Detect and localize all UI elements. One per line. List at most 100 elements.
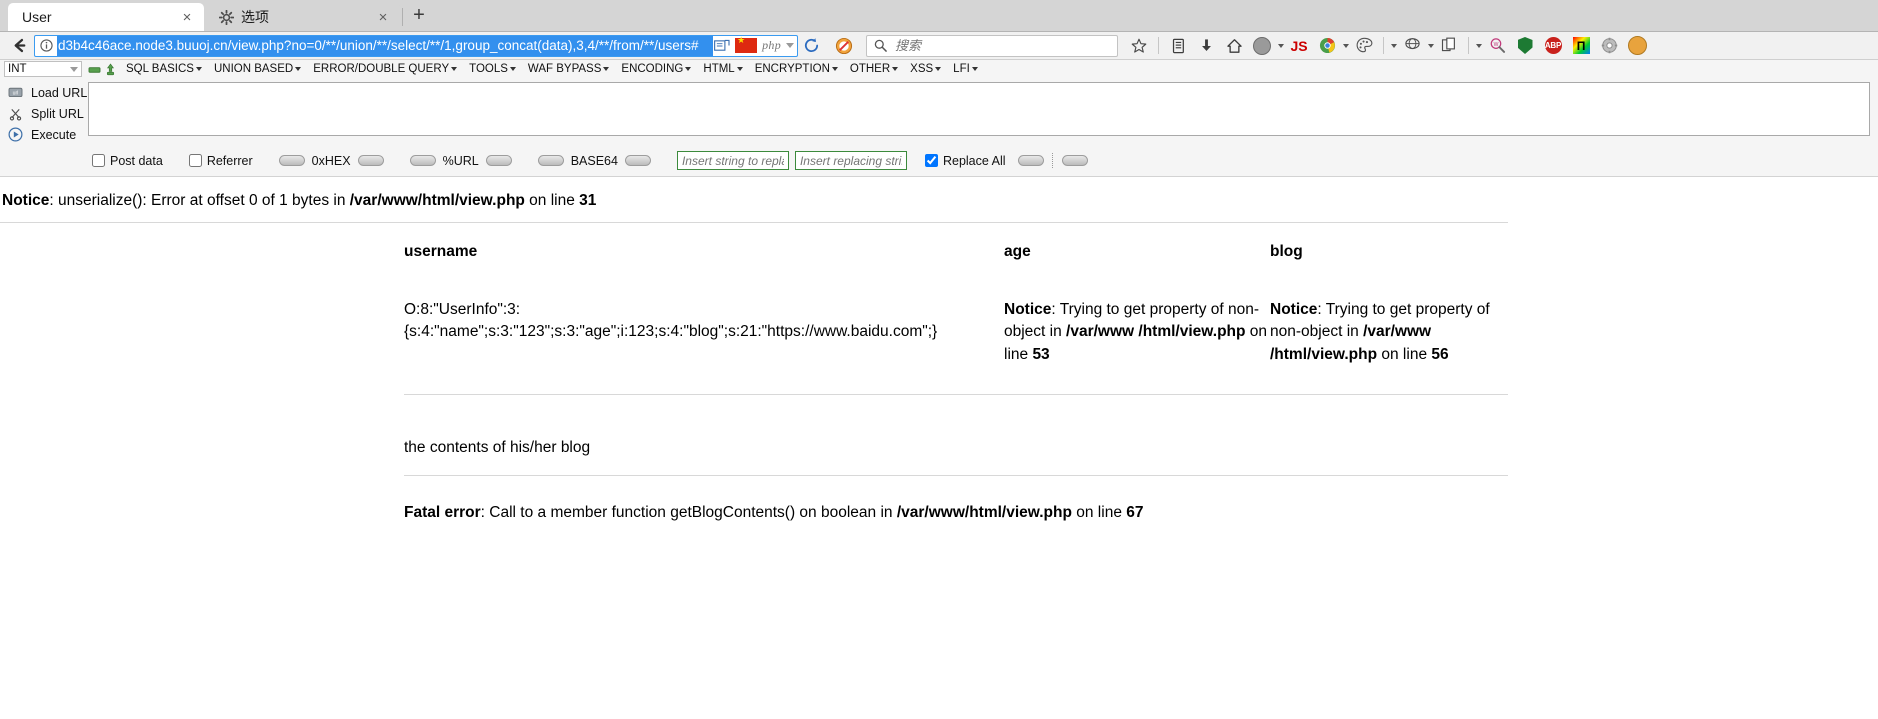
hex-group: 0xHEX — [278, 154, 384, 168]
library-icon[interactable] — [1165, 34, 1191, 58]
hoverzoom-icon[interactable] — [1399, 34, 1425, 58]
hackbar-menu-encoding[interactable]: ENCODING — [615, 63, 697, 75]
bookmark-star-icon[interactable] — [1126, 34, 1152, 58]
post-data-checkbox[interactable]: Post data — [92, 154, 163, 168]
menu-label: LFI — [953, 63, 970, 75]
reload-button[interactable] — [798, 35, 824, 57]
browser-tab-user[interactable]: User × — [8, 3, 204, 31]
chevron-down-icon[interactable] — [1476, 43, 1482, 48]
tab-close-icon[interactable]: × — [374, 8, 392, 26]
post-data-checkbox-input[interactable] — [92, 154, 105, 167]
back-button[interactable] — [6, 34, 32, 58]
referrer-checkbox-input[interactable] — [188, 154, 202, 167]
url-encode-toggle[interactable] — [485, 155, 512, 166]
replace-all-checkbox-input[interactable] — [924, 154, 938, 167]
svg-text:url: url — [13, 91, 19, 97]
column-header-age: age — [1004, 242, 1031, 260]
replace-all-checkbox[interactable]: Replace All — [924, 154, 1006, 168]
hackbar-url-textarea[interactable] — [88, 82, 1870, 136]
insert-replacing-input[interactable] — [794, 151, 907, 170]
adblock-icon[interactable]: ABP — [1540, 34, 1566, 58]
palette-icon[interactable] — [1351, 34, 1377, 58]
split-url-button[interactable]: Split URL — [4, 103, 88, 124]
chevron-down-icon[interactable] — [1391, 43, 1397, 48]
base64-decode-toggle[interactable] — [537, 155, 564, 166]
username-serialized-line2: {s:4:"name";s:3:"123";s:3:"age";i:123;s:… — [404, 323, 938, 341]
hackbar-menu-html[interactable]: HTML — [697, 63, 748, 75]
hackbar-menu-waf-bypass[interactable]: WAF BYPASS — [522, 63, 616, 75]
hackbar-menu-tools[interactable]: TOOLS — [463, 63, 522, 75]
base64-group: BASE64 — [537, 153, 651, 168]
cell-username: O:8:"UserInfo":3: {s:4:"name";s:3:"123";… — [404, 286, 1004, 396]
js-badge-icon[interactable]: JS — [1286, 34, 1312, 58]
fatal-line-number: 67 — [1126, 504, 1144, 522]
add-icon[interactable] — [104, 62, 117, 76]
hackbar-body: url Load URL Split URL Execute — [0, 78, 1878, 145]
replace-apply-toggle[interactable] — [1017, 155, 1044, 166]
load-url-button[interactable]: url Load URL — [4, 82, 88, 103]
noscript-button[interactable] — [830, 34, 858, 58]
menu-label: ENCODING — [621, 63, 684, 75]
chevron-down-icon — [451, 67, 458, 71]
chevron-down-icon[interactable] — [1278, 43, 1284, 48]
abp-label: ABP — [1544, 37, 1562, 54]
php-badge-icon[interactable]: php — [762, 38, 781, 53]
pi-icon[interactable]: П — [1568, 34, 1594, 58]
chevron-down-icon — [685, 67, 692, 71]
fatal-online: on line — [1071, 504, 1127, 522]
chevron-down-icon[interactable] — [1428, 43, 1434, 48]
avatar — [1253, 36, 1271, 55]
hex-encode-toggle[interactable] — [357, 155, 384, 166]
copy-page-icon[interactable] — [1436, 34, 1462, 58]
extra-toggle[interactable] — [1061, 155, 1088, 166]
hackbar-menu-xss[interactable]: XSS — [904, 63, 947, 75]
toolbar-divider — [1383, 37, 1384, 54]
reader-mode-icon[interactable] — [713, 38, 730, 53]
base64-encode-toggle[interactable] — [624, 155, 651, 166]
hackbar-menu-row: INT SQL BASICS UNION BASED ERROR/DOUBLE … — [0, 60, 1878, 78]
chrome-colors-icon[interactable] — [1314, 34, 1340, 58]
tab-close-icon[interactable]: × — [178, 8, 196, 26]
search-input[interactable] — [893, 37, 1117, 54]
home-icon[interactable] — [1221, 34, 1247, 58]
load-url-icon: url — [7, 85, 24, 101]
url-decode-toggle[interactable] — [409, 155, 436, 166]
hackbar-menu-encryption[interactable]: ENCRYPTION — [749, 63, 844, 75]
menu-label: WAF BYPASS — [527, 63, 602, 75]
collapse-icon[interactable] — [88, 63, 101, 76]
browser-tab-options[interactable]: 选项 × — [204, 3, 400, 31]
address-bar[interactable]: d3b4c46ace.node3.buuoj.cn/view.php?no=0/… — [34, 34, 798, 57]
referrer-checkbox[interactable]: Referrer — [188, 154, 253, 168]
execute-button[interactable]: Execute — [4, 124, 88, 145]
china-flag-icon[interactable] — [735, 36, 758, 53]
hackbar-menu-error-double-query[interactable]: ERROR/DOUBLE QUERY — [307, 63, 463, 75]
hackbar-menu-other[interactable]: OTHER — [844, 63, 904, 75]
hackbar-type-select[interactable]: INT — [4, 61, 82, 77]
account-avatar-icon[interactable] — [1249, 34, 1275, 58]
menu-label: ERROR/DOUBLE QUERY — [313, 63, 450, 75]
user-table: username age blog O:8:"UserInfo":3: {s:4… — [404, 223, 1508, 396]
insert-string-input[interactable] — [676, 151, 789, 170]
gear-icon[interactable] — [1596, 34, 1622, 58]
hackbar-action-buttons: url Load URL Split URL Execute — [0, 82, 88, 145]
chevron-down-icon — [935, 67, 942, 71]
age-notice-label: Notice — [1004, 300, 1052, 318]
page-info-icon[interactable] — [35, 36, 57, 56]
shield-icon[interactable] — [1512, 34, 1538, 58]
hackbar-menu-union-based[interactable]: UNION BASED — [208, 63, 307, 75]
new-tab-button[interactable]: + — [405, 1, 433, 29]
hex-decode-toggle[interactable] — [278, 155, 305, 166]
base64-label: BASE64 — [570, 153, 618, 168]
chevron-down-icon[interactable] — [786, 43, 794, 48]
hackbar-menu-sql-basics[interactable]: SQL BASICS — [120, 63, 208, 75]
wappalyzer-icon[interactable]: W — [1484, 34, 1510, 58]
monkey-icon[interactable] — [1624, 34, 1650, 58]
hackbar-menu-lfi[interactable]: LFI — [947, 63, 984, 75]
column-header-username: username — [404, 242, 478, 260]
chevron-down-icon — [831, 67, 838, 71]
fatal-label: Fatal error — [404, 504, 481, 522]
search-box[interactable] — [866, 34, 1118, 57]
download-icon[interactable] — [1193, 34, 1219, 58]
chevron-down-icon[interactable] — [1343, 43, 1349, 48]
hackbar-options-row: Post data Referrer 0xHEX %URL BASE64 Rep… — [0, 145, 1878, 176]
